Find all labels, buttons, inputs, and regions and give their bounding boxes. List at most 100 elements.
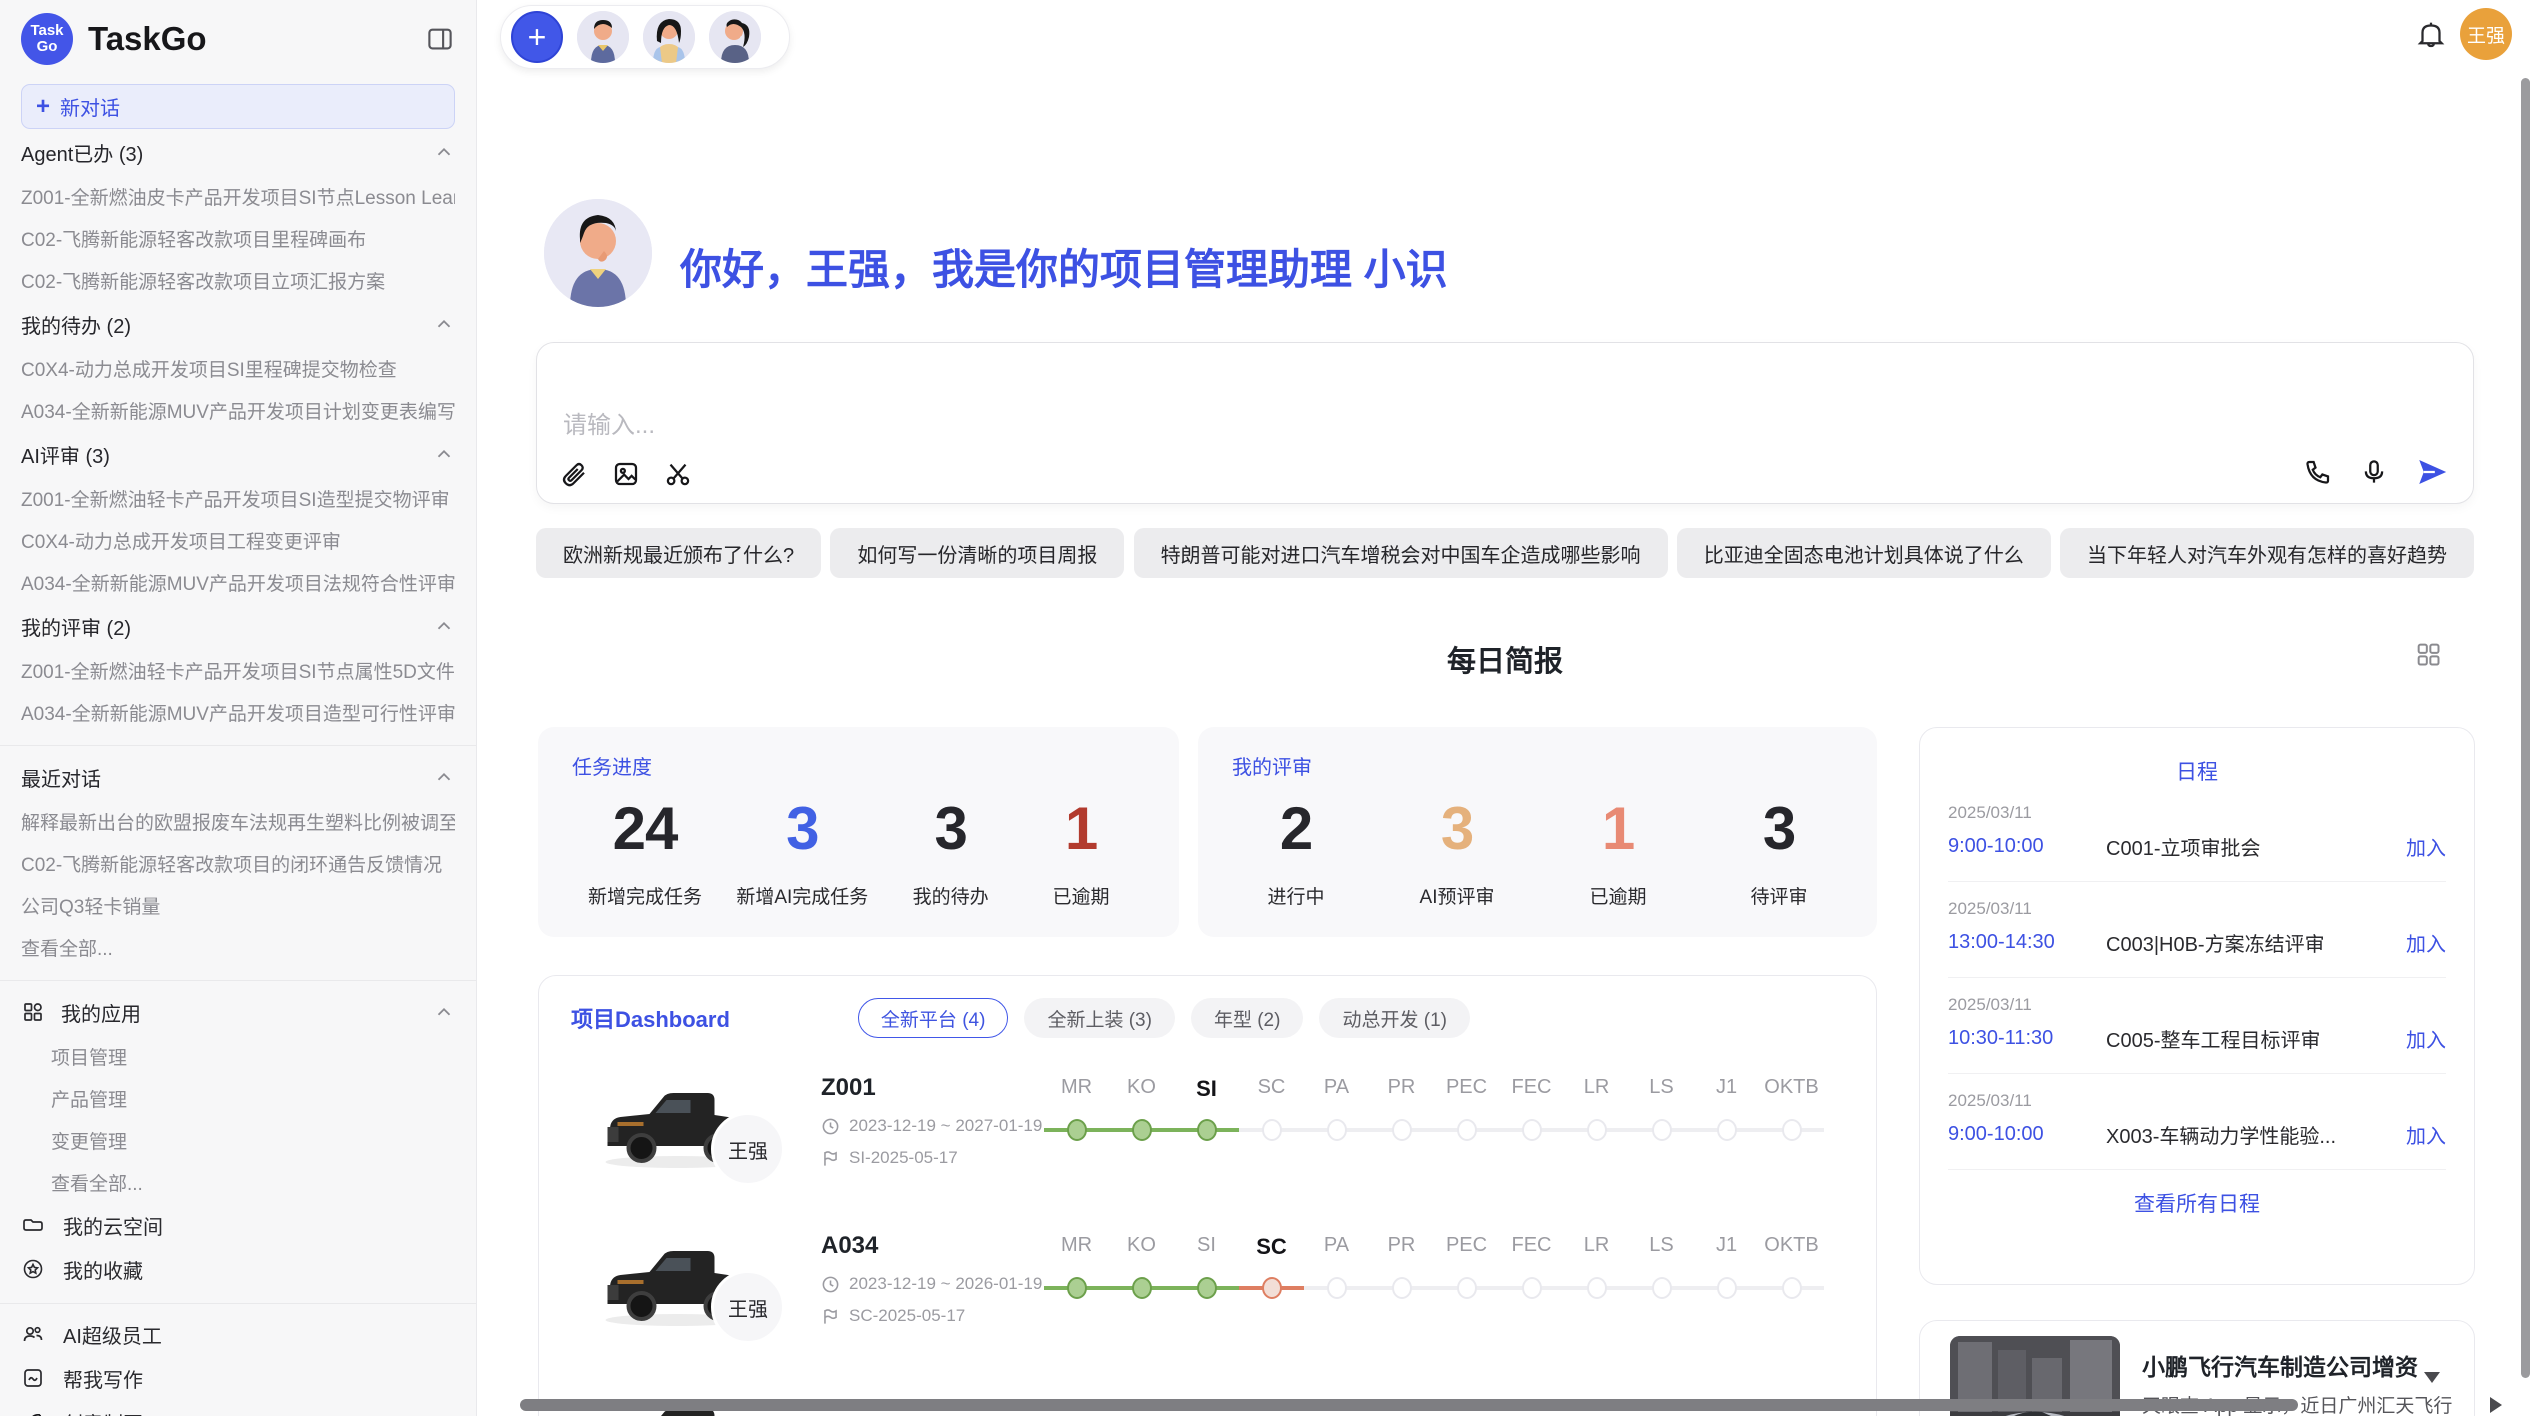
sidebar-item[interactable]: Z001-全新燃油皮卡产品开发项目SI节点Lesson Learn报告 (21, 175, 455, 217)
schedule-time: 13:00-14:30 (1948, 931, 2106, 954)
new-chat-button[interactable]: + 新对话 (21, 84, 455, 129)
join-meeting-link[interactable]: 加入 (2406, 1024, 2446, 1053)
milestone-label: PR (1369, 1076, 1434, 1099)
stat-value: 3 (786, 796, 818, 862)
project-code: Z001 (821, 1074, 876, 1102)
project-row-a034[interactable]: 王强 A034 2023-12-19 ~ 2026-01-19 SC-2025-… (539, 1226, 1876, 1376)
stat-label: 新增完成任务 (588, 882, 702, 909)
sidebar-item-ai-super-staff[interactable]: AI超级员工 (21, 1312, 455, 1356)
clock-icon (821, 1117, 840, 1136)
milestone-label: MR (1044, 1076, 1109, 1099)
sidebar-item-cloud-space[interactable]: 我的云空间 (21, 1203, 455, 1247)
sidebar-section-my-todo[interactable]: 我的待办 (2) (21, 301, 455, 347)
sidebar-item-help-me-write[interactable]: 帮我写作 (21, 1356, 455, 1400)
sidebar-section-recent-chats[interactable]: 最近对话 (21, 754, 455, 800)
send-button[interactable] (2415, 455, 2449, 489)
sidebar-item[interactable]: C0X4-动力总成开发项目SI里程碑提交物检查 (21, 347, 455, 389)
milestone-label: OKTB (1759, 1234, 1824, 1257)
sidebar-item[interactable]: A034-全新新能源MUV产品开发项目造型可行性评审 (21, 691, 455, 733)
user-avatar[interactable]: 王强 (2460, 8, 2512, 60)
suggestion-chip[interactable]: 如何写一份清晰的项目周报 (830, 528, 1124, 578)
dashboard-title: 项目Dashboard (571, 1002, 730, 1034)
milestone-dot (1587, 1277, 1607, 1299)
schedule-name: C003|H0B-方案冻结评审 (2106, 928, 2394, 957)
vertical-scrollbar-thumb[interactable] (2521, 78, 2530, 1378)
milestone-dot (1652, 1277, 1672, 1299)
milestone-dot-overdue (1262, 1277, 1282, 1299)
schedule-item[interactable]: 2025/03/11 13:00-14:30 C003|H0B-方案冻结评审 加… (1948, 882, 2446, 978)
tab-new-body[interactable]: 全新上装 (3) (1024, 998, 1175, 1038)
view-all-chats-link[interactable]: 查看全部... (21, 926, 455, 968)
sidebar-section-my-review[interactable]: 我的评审 (2) (21, 603, 455, 649)
sidebar-item-project-mgmt[interactable]: 项目管理 (21, 1035, 455, 1077)
milestone-dot (1392, 1277, 1412, 1299)
chat-input[interactable]: 请输入... (536, 342, 2474, 504)
sidebar-item[interactable]: Z001-全新燃油轻卡产品开发项目SI节点属性5D文件评审 (21, 649, 455, 691)
stat-new-done: 24 新增完成任务 (588, 796, 702, 909)
suggestion-chip[interactable]: 当下年轻人对汽车外观有怎样的喜好趋势 (2060, 528, 2474, 578)
view-all-apps-link[interactable]: 查看全部... (21, 1161, 455, 1203)
suggestion-chip[interactable]: 比亚迪全固态电池计划具体说了什么 (1677, 528, 2051, 578)
notifications-button[interactable] (2414, 17, 2448, 51)
join-meeting-link[interactable]: 加入 (2406, 928, 2446, 957)
panel-toggle-icon (425, 24, 455, 54)
star-badge-icon (21, 1256, 47, 1282)
sidebar-item-change-mgmt[interactable]: 变更管理 (21, 1119, 455, 1161)
item-label: AI超级员工 (63, 1320, 162, 1349)
sidebar-item[interactable]: A034-全新新能源MUV产品开发项目法规符合性评审 (21, 561, 455, 603)
agent-avatar-1[interactable] (577, 11, 629, 63)
sidebar-item[interactable]: C0X4-动力总成开发项目工程变更评审 (21, 519, 455, 561)
tab-all-new-platform[interactable]: 全新平台 (4) (858, 998, 1009, 1038)
join-meeting-link[interactable]: 加入 (2406, 1120, 2446, 1149)
voice-call-button[interactable] (2303, 457, 2333, 487)
send-plane-icon (2415, 455, 2449, 489)
agent-avatar-2[interactable] (643, 11, 695, 63)
stat-value: 3 (1441, 796, 1473, 862)
add-agent-button[interactable]: + (511, 11, 563, 63)
section-title-wrap: 我的应用 (21, 998, 141, 1027)
feather-pen-icon (21, 1409, 47, 1416)
sidebar-item[interactable]: 公司Q3轻卡销量 (21, 884, 455, 926)
sidebar-section-agent-done[interactable]: Agent已办 (3) (21, 129, 455, 175)
attach-file-button[interactable] (559, 459, 589, 489)
sidebar-item-creative-drawing[interactable]: 创意制图 (21, 1400, 455, 1416)
sidebar-item-product-mgmt[interactable]: 产品管理 (21, 1077, 455, 1119)
schedule-time: 9:00-10:00 (1948, 1123, 2106, 1146)
sidebar-item[interactable]: 解释最新出台的欧盟报废车法规再生塑料比例被调至15%... (21, 800, 455, 842)
suggestion-chip[interactable]: 欧洲新规最近颁布了什么? (536, 528, 821, 578)
milestone-label: FEC (1499, 1234, 1564, 1257)
sidebar-item[interactable]: C02-飞腾新能源轻客改款项目里程碑画布 (21, 217, 455, 259)
screenshot-button[interactable] (663, 459, 693, 489)
milestone-label: PA (1304, 1076, 1369, 1099)
project-row-z001[interactable]: 王强 Z001 2023-12-19 ~ 2027-01-19 SI-2025-… (539, 1068, 1876, 1218)
schedule-item[interactable]: 2025/03/11 9:00-10:00 X003-车辆动力学性能验... 加… (1948, 1074, 2446, 1170)
sidebar-collapse-button[interactable] (425, 24, 455, 54)
sidebar-item[interactable]: Z001-全新燃油轻卡产品开发项目SI造型提交物评审 (21, 477, 455, 519)
sidebar-item[interactable]: A034-全新新能源MUV产品开发项目计划变更表编写 (21, 389, 455, 431)
stat-my-todo: 3 我的待办 (903, 796, 999, 909)
sidebar-section-ai-review[interactable]: AI评审 (3) (21, 431, 455, 477)
briefing-layout-button[interactable] (2414, 640, 2442, 668)
tab-year-model[interactable]: 年型 (2) (1191, 998, 1304, 1038)
schedule-date: 2025/03/11 (1948, 899, 2446, 919)
sidebar-item[interactable]: C02-飞腾新能源轻客改款项目的闭环通告反馈情况 (21, 842, 455, 884)
folder-icon (21, 1212, 47, 1238)
voice-input-button[interactable] (2359, 457, 2389, 487)
stat-value: 3 (1763, 796, 1795, 862)
sidebar-item-favorites[interactable]: 我的收藏 (21, 1247, 455, 1291)
sidebar-section-my-apps[interactable]: 我的应用 (21, 989, 455, 1035)
sidebar-item[interactable]: C02-飞腾新能源轻客改款项目立项汇报方案 (21, 259, 455, 301)
join-meeting-link[interactable]: 加入 (2406, 832, 2446, 861)
suggestion-chip[interactable]: 特朗普可能对进口汽车增税会对中国车企造成哪些影响 (1134, 528, 1668, 578)
schedule-title: 日程 (1948, 756, 2446, 786)
tab-powertrain-dev[interactable]: 动总开发 (1) (1319, 998, 1470, 1038)
upload-image-button[interactable] (611, 459, 641, 489)
schedule-item[interactable]: 2025/03/11 10:30-11:30 C005-整车工程目标评审 加入 (1948, 978, 2446, 1074)
scroll-down-arrow[interactable] (2424, 1372, 2440, 1383)
scroll-right-arrow[interactable] (2490, 1397, 2502, 1413)
view-all-schedule-link[interactable]: 查看所有日程 (1948, 1188, 2446, 1218)
horizontal-scrollbar-thumb[interactable] (520, 1399, 2298, 1411)
schedule-item[interactable]: 2025/03/11 9:00-10:00 C001-立项审批会 加入 (1948, 786, 2446, 882)
agent-avatar-3[interactable] (709, 11, 761, 63)
stat-label: 已逾期 (1052, 882, 1109, 909)
